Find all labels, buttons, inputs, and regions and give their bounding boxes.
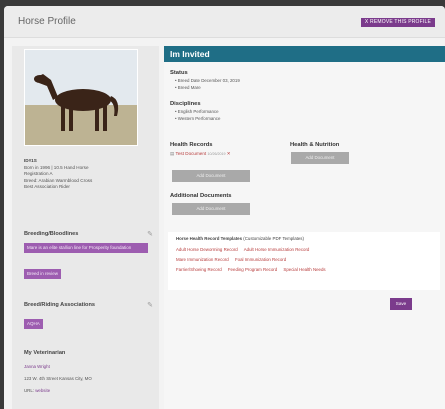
add-additional-document-button[interactable]: Add Document [172,203,250,215]
disciplines-title: Disciplines [170,101,201,107]
vet-name[interactable]: Janna Wright [24,364,50,369]
template-link[interactable]: Special Health Needs [283,267,325,272]
templates-subtitle: (Customizable PDF Templates) [243,236,304,241]
health-doc-link[interactable]: Test Document [176,151,207,156]
template-link[interactable]: Mare Immunization Record [176,257,229,262]
stat-line: Breed: Arabian Warmblood Cross [24,177,93,183]
templates-heading: Horse Health Record Templates [176,236,243,241]
breed-review-tag: Breed in review [24,269,62,279]
remove-profile-button[interactable]: X REMOVE THIS PROFILE [360,18,435,27]
disciplines-list: English Performance Western Performance [175,109,221,123]
list-item: Western Performance [175,116,221,123]
list-item: Breed Mare [175,85,240,92]
page-title: Horse Profile [18,16,76,27]
health-doc-date: 10/26/2019 [207,152,226,156]
edit-breeding-icon[interactable]: ✎ [147,230,153,238]
breeding-title: Breeding/Bloodlines [24,231,79,237]
horse-id: ID#1S [24,158,37,163]
template-link[interactable]: Foal Immunization Record [235,257,286,262]
additional-docs-title: Additional Documents [170,193,232,199]
status-title: Status [170,70,188,76]
sidebar: ID#1S Born in 1996 | 10.5 Hand Horse Reg… [12,46,159,409]
association-tag: AQHA [24,319,43,329]
template-row: Mare Immunization Record Foal Immunizati… [176,257,291,262]
list-item: English Performance [175,109,220,116]
edit-associations-icon[interactable]: ✎ [147,301,153,309]
invited-banner: Im Invited [164,46,445,62]
status-list: Breed Date December 03, 2019 Breed Mare [175,78,240,91]
templates-panel: Horse Health Record Templates (Customiza… [168,232,440,290]
stat-line: Born in 1996 | 10.5 Hand Horse [24,164,89,170]
template-row: Adult Horse Deworming Record Adult Horse… [176,247,314,252]
list-item: Breed Date December 03, 2019 [175,78,240,85]
vet-web-link[interactable]: website [35,388,50,393]
horse-photo [24,49,138,146]
associations-title: Breed/Riding Associations [24,302,95,308]
health-doc-row: ▤ Test Document 10/26/2019 ✕ [170,151,231,157]
save-button[interactable]: Save [390,298,412,310]
profile-header: Horse Profile X REMOVE THIS PROFILE [4,6,445,38]
health-records-title: Health Records [170,142,213,148]
add-nutrition-document-button[interactable]: Add Document [291,152,349,164]
template-link[interactable]: Feeding Program Record [228,267,277,272]
add-health-document-button[interactable]: Add Document [172,170,250,182]
template-link[interactable]: Farrier/Shoeing Record [176,267,222,272]
stat-line: Registration A [24,171,53,177]
remove-doc-icon[interactable]: ✕ [227,151,231,156]
templates-title: Horse Health Record Templates (Customiza… [176,236,304,241]
template-link[interactable]: Adult Horse Deworming Record [176,247,238,252]
vet-title: My Veterinarian [24,350,66,356]
main-panel: Im Invited Status Breed Date December 03… [164,46,445,409]
vet-web: URL: website [24,388,50,393]
vet-web-label: URL: [24,388,35,393]
stat-line: Best Association Rider [24,184,70,190]
document-icon: ▤ [170,151,175,156]
breeding-tag: Mare is an elite stallion line for Prosp… [24,243,148,253]
horse-stats: ID#1S Born in 1996 | 10.5 Hand Horse Reg… [24,158,92,191]
vet-address: 123 W. 4th Street Kansas City, MO [24,376,92,381]
profile-window: Horse Profile X REMOVE THIS PROFILE ID#1… [4,6,445,409]
horse-image [25,50,137,145]
template-row: Farrier/Shoeing Record Feeding Program R… [176,267,331,272]
template-link[interactable]: Adult Horse Immunization Record [244,247,310,252]
nutrition-title: Health & Nutrition [290,142,340,148]
